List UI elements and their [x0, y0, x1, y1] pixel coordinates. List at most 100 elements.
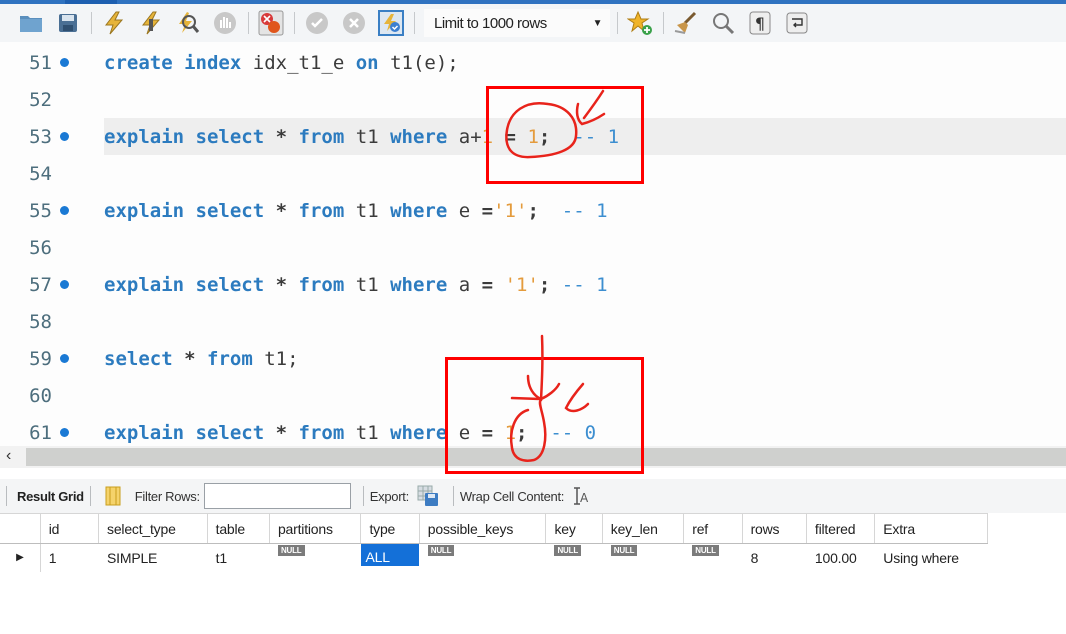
statement-marker-icon: [60, 206, 69, 215]
rollback-icon[interactable]: [341, 10, 367, 36]
sql-token: t1: [355, 421, 379, 444]
sql-keyword: from: [298, 125, 345, 148]
export-icon[interactable]: [417, 485, 439, 507]
sql-comment: -- 1: [561, 199, 608, 222]
cell-table[interactable]: t1: [207, 544, 269, 572]
column-header-extra[interactable]: Extra: [874, 513, 988, 544]
column-header-type[interactable]: type: [360, 513, 420, 544]
cell-select-type[interactable]: SIMPLE: [99, 544, 208, 572]
line-number: 54: [29, 162, 52, 185]
limit-rows-select[interactable]: Limit to 1000 rows ▼: [424, 9, 610, 37]
wrap-text-icon[interactable]: [784, 10, 810, 36]
editor-line[interactable]: 58: [0, 303, 1066, 340]
editor-line[interactable]: 53 explain select * from t1 where a+ 1 = 1…: [0, 118, 1066, 155]
autocommit-icon[interactable]: [378, 10, 404, 36]
line-number: 53: [29, 125, 52, 148]
column-header-filtered[interactable]: filtered: [806, 513, 876, 544]
editor-line[interactable]: 51 create index idx_t1_e on t1(e);: [0, 44, 1066, 81]
code-text[interactable]: create index idx_t1_e on t1(e);: [104, 44, 1066, 81]
cell-id[interactable]: 1: [40, 544, 98, 572]
stop-icon[interactable]: [212, 10, 238, 36]
column-header-key-len[interactable]: key_len: [602, 513, 685, 544]
column-header-ref[interactable]: ref: [683, 513, 743, 544]
editor-line[interactable]: 54: [0, 155, 1066, 192]
cell-filtered[interactable]: 100.00: [806, 544, 874, 572]
line-number: 57: [29, 273, 52, 296]
code-text[interactable]: explain select * from t1 where e = '1'; -…: [104, 192, 1066, 229]
grid-columns-icon[interactable]: [105, 486, 121, 506]
execute-icon[interactable]: [101, 10, 127, 36]
cell-partitions[interactable]: NULL: [269, 544, 361, 572]
editor-horizontal-scrollbar[interactable]: ‹: [0, 446, 1066, 468]
scrollbar-thumb[interactable]: [26, 448, 1066, 466]
editor-line[interactable]: 52: [0, 81, 1066, 118]
toggle-error-stop-icon[interactable]: [258, 10, 284, 36]
sql-token: t1;: [264, 347, 299, 370]
sql-literal: '1': [504, 273, 539, 296]
line-number: 56: [29, 236, 52, 259]
editor-line[interactable]: 60: [0, 377, 1066, 414]
editor-line[interactable]: 57 explain select * from t1 where a = '1'…: [0, 266, 1066, 303]
explain-icon[interactable]: [175, 10, 201, 36]
open-folder-icon[interactable]: [18, 10, 44, 36]
statement-marker-icon: [60, 132, 69, 141]
filter-rows-input[interactable]: [203, 483, 351, 509]
sql-token: t1: [355, 199, 379, 222]
dropdown-arrow-icon: ▼: [592, 17, 603, 29]
scroll-left-icon[interactable]: ‹: [6, 447, 11, 465]
current-row-indicator-icon[interactable]: ▶: [0, 543, 41, 572]
sql-token: idx_t1_e: [252, 51, 345, 74]
column-header-select-type[interactable]: select_type: [98, 513, 208, 544]
cell-type[interactable]: ALL: [361, 544, 419, 572]
code-text[interactable]: [104, 303, 1066, 340]
sql-literal: '1': [493, 199, 528, 222]
beautify-icon[interactable]: [673, 10, 699, 36]
sql-token: t1(e);: [390, 51, 459, 74]
code-text[interactable]: [104, 229, 1066, 266]
commit-icon[interactable]: [304, 10, 330, 36]
code-text[interactable]: [104, 81, 1066, 118]
cell-ref[interactable]: NULL: [684, 544, 742, 572]
invisible-chars-icon[interactable]: ¶: [747, 10, 773, 36]
code-text[interactable]: [104, 155, 1066, 192]
editor-line[interactable]: 56: [0, 229, 1066, 266]
find-icon[interactable]: [710, 10, 736, 36]
add-snippet-icon[interactable]: [627, 10, 653, 36]
result-grid-tab[interactable]: Result Grid: [17, 489, 84, 504]
column-header-possible-keys[interactable]: possible_keys: [419, 513, 547, 544]
column-header-partitions[interactable]: partitions: [269, 513, 362, 544]
wrap-cell-icon[interactable]: A: [572, 486, 590, 506]
cell-key-len[interactable]: NULL: [602, 544, 683, 572]
column-header-id[interactable]: id: [40, 513, 100, 544]
cell-extra[interactable]: Using where: [875, 544, 988, 572]
code-text[interactable]: explain select * from t1 where a = '1'; …: [104, 266, 1066, 303]
sql-token: *: [275, 199, 288, 222]
column-header-table[interactable]: table: [207, 513, 270, 544]
save-icon[interactable]: [55, 10, 81, 36]
editor-line[interactable]: 59 select * from t1;: [0, 340, 1066, 377]
execute-current-icon[interactable]: [138, 10, 164, 36]
null-badge: NULL: [692, 545, 719, 556]
row-header-corner[interactable]: [0, 513, 41, 544]
column-header-key[interactable]: key: [545, 513, 603, 544]
code-text[interactable]: explain select * from t1 where a+ 1 = 1; …: [104, 118, 1066, 155]
code-text[interactable]: [104, 377, 1066, 414]
sql-keyword: select: [195, 125, 265, 148]
cell-rows[interactable]: 8: [742, 544, 806, 572]
sql-comment: -- 0: [550, 421, 597, 444]
table-row[interactable]: ▶ 1 SIMPLE t1 NULL ALL NULL NULL NULL NULL 8 100.00…: [0, 543, 988, 572]
cell-possible-keys[interactable]: NULL: [419, 544, 546, 572]
sql-editor[interactable]: 51 create index idx_t1_e on t1(e); 52 53 exp…: [0, 42, 1066, 446]
cell-key[interactable]: NULL: [546, 544, 602, 572]
editor-line[interactable]: 55 explain select * from t1 where e = '1';…: [0, 192, 1066, 229]
column-header-rows[interactable]: rows: [742, 513, 807, 544]
code-text[interactable]: select * from t1;: [104, 340, 1066, 377]
